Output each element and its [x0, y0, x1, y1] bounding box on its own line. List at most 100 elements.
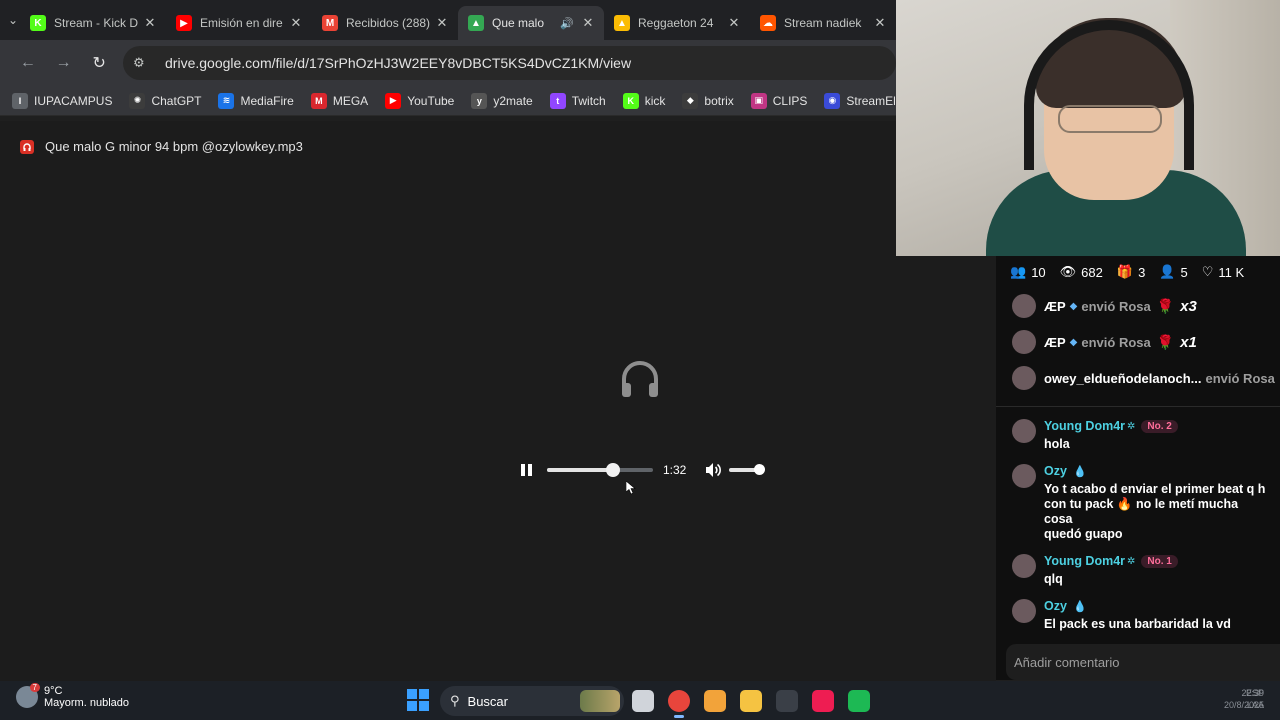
- diamond-icon: ◆: [1069, 336, 1078, 348]
- close-icon[interactable]: ✕: [288, 15, 304, 31]
- obs-icon[interactable]: [776, 690, 798, 712]
- gift-text: envió Rosa: [1205, 370, 1275, 386]
- site-info-icon[interactable]: ⚙: [133, 55, 155, 71]
- clock-date: 20/8/2025: [1223, 700, 1264, 710]
- avatar: [1012, 599, 1036, 623]
- gift-user: owey_eldueñodelanoch...: [1044, 370, 1202, 386]
- close-icon[interactable]: ✕: [142, 15, 158, 31]
- tab-0[interactable]: K Stream - Kick D ✕: [20, 6, 166, 40]
- tab-title: Emisión en dire: [200, 16, 283, 30]
- close-icon[interactable]: ✕: [726, 15, 742, 31]
- close-icon[interactable]: ✕: [580, 15, 596, 31]
- file-viewer-app-icon[interactable]: [632, 690, 654, 712]
- file-header: Que malo G minor 94 bpm @ozylowkey.mp3: [20, 139, 303, 154]
- bookmark-iupacampus[interactable]: I IUPACAMPUS: [12, 92, 112, 109]
- seek-progress: [547, 468, 613, 472]
- droplet-icon: 💧: [1072, 465, 1087, 478]
- tab-search-button[interactable]: ⌄: [6, 6, 20, 34]
- speaker-icon[interactable]: 🔊: [560, 17, 574, 30]
- chat-message: Ozy 💧 El pack es una barbaridad la vd: [996, 593, 1280, 638]
- gift-icon: 🎁: [1116, 264, 1134, 279]
- star-icon: ✲: [1127, 420, 1136, 432]
- bookmark-label: MEGA: [332, 93, 369, 108]
- file-explorer-icon[interactable]: [740, 690, 762, 712]
- stat-value: 682: [1081, 264, 1103, 280]
- y2mate-icon: y: [471, 92, 488, 109]
- bookmark-botrix[interactable]: ◆ botrix: [682, 92, 734, 109]
- stat-heart: ♡ 11 K: [1202, 264, 1244, 280]
- chatgpt-icon: ✺: [129, 92, 146, 109]
- volume-icon[interactable]: [703, 460, 723, 480]
- stat-gift: 🎁 3: [1117, 264, 1145, 280]
- tab-strip: K Stream - Kick D ✕ ▶ Emisión en dire ✕ M Recib…: [20, 0, 896, 40]
- tiktok-icon[interactable]: [812, 690, 834, 712]
- bookmark-mega[interactable]: M MEGA: [310, 92, 369, 109]
- comment-input[interactable]: Añadir comentario: [1006, 644, 1280, 680]
- close-icon[interactable]: ✕: [872, 15, 888, 31]
- eye-icon: 👁: [1059, 264, 1077, 279]
- bookmark-label: CLIPS: [772, 93, 808, 108]
- bookmark-kick[interactable]: Kkick: [622, 92, 665, 109]
- tab-3[interactable]: ▲ Que malo 🔊 ✕: [458, 6, 604, 40]
- chrome-icon[interactable]: [668, 690, 690, 718]
- tab-title: Reggaeton 24: [638, 16, 714, 30]
- stream-stats: 👥 10 👁 682 🎁 3 👤 5 ♡ 11 K: [996, 256, 1280, 288]
- pause-button[interactable]: [516, 460, 536, 480]
- bookmark-y2mate[interactable]: y y2mate: [471, 92, 533, 109]
- stat-value: 11 K: [1218, 264, 1245, 280]
- follow-icon: 👤: [1159, 264, 1176, 279]
- message-text: El pack es una barbaridad la vd: [1044, 617, 1231, 631]
- stat-value: 3: [1138, 264, 1146, 280]
- gift-row: ÆP ◆ envió Rosa 🌹 x3: [996, 288, 1280, 324]
- reload-button[interactable]: ↻: [81, 45, 117, 81]
- spotify-icon[interactable]: [848, 690, 870, 712]
- bookmark-clips[interactable]: ▣ CLIPS: [750, 92, 808, 109]
- avatar: [1012, 294, 1036, 318]
- soundcloud-icon: ☁: [760, 15, 776, 31]
- tab-1[interactable]: ▶ Emisión en dire ✕: [166, 6, 312, 40]
- stat-follow: 👤 5: [1159, 264, 1187, 280]
- drive-icon: ▲: [614, 15, 630, 31]
- headphones-icon: [622, 361, 658, 397]
- users-icon: 👥: [1010, 264, 1027, 279]
- stream-chat-overlay: 👥 10 👁 682 🎁 3 👤 5 ♡ 11 K ÆP ◆ envió Rosa 🌹 x3 ÆP ◆ envi…: [996, 256, 1280, 680]
- reload-icon: ↻: [92, 55, 106, 72]
- arrow-right-icon: →: [55, 54, 72, 71]
- fl-studio-icon[interactable]: [704, 690, 726, 712]
- playback-time: 1:32: [663, 463, 687, 477]
- audio-file-icon: [20, 139, 34, 154]
- cloud-icon: 7: [16, 683, 40, 708]
- tab-4[interactable]: ▲ Reggaeton 24 ✕: [604, 6, 750, 40]
- seek-handle[interactable]: [605, 463, 620, 477]
- bookmark-youtube[interactable]: ▶ YouTube: [385, 92, 454, 109]
- bookmark-streamelements[interactable]: ◉ StreamElements: [824, 92, 896, 109]
- forward-button[interactable]: →: [46, 45, 82, 81]
- seek-slider[interactable]: [547, 463, 653, 477]
- browser-toolbar: ← → ↻ ⚙ drive.google.com/file/d/17SrPhOz…: [0, 40, 896, 86]
- tab-2[interactable]: M Recibidos (288) ✕: [312, 6, 458, 40]
- tab-5[interactable]: ☁ Stream nadiek ✕: [750, 6, 896, 40]
- volume-handle[interactable]: [754, 464, 765, 475]
- bookmark-label: MediaFire: [240, 93, 294, 108]
- url-text: drive.google.com/file/d/17SrPhOzHJ3W2EEY…: [165, 55, 632, 71]
- gift-feed: ÆP ◆ envió Rosa 🌹 x3 ÆP ◆ envió Rosa 🌹 x1 owey_eld…: [996, 288, 1280, 396]
- bookmark-chatgpt[interactable]: ✺ ChatGPT: [129, 92, 201, 109]
- taskbar-search[interactable]: ⚲ Buscar: [440, 686, 624, 716]
- mouse-cursor-icon: [626, 481, 636, 495]
- volume-slider[interactable]: [729, 464, 765, 475]
- pause-icon: [520, 464, 525, 476]
- message-body: Young Dom4r ✲ No. 2 hola: [1044, 419, 1270, 452]
- system-clock[interactable]: 22:39 20/8/2025: [1224, 687, 1264, 711]
- tab-title: Stream - Kick D: [54, 16, 139, 30]
- windows-icon: [407, 689, 417, 699]
- back-button[interactable]: ←: [10, 45, 46, 81]
- bookmark-mediafire[interactable]: ≋ MediaFire: [218, 92, 294, 109]
- start-button[interactable]: [407, 689, 429, 711]
- address-bar[interactable]: ⚙ drive.google.com/file/d/17SrPhOzHJ3W2E…: [123, 46, 896, 80]
- close-icon[interactable]: ✕: [434, 15, 450, 31]
- stat-value: 10: [1031, 264, 1046, 280]
- bookmark-twitch[interactable]: t Twitch: [549, 92, 606, 109]
- windows-taskbar: 7 9°C Mayorm. nublado ⚲ Buscar ESP LAA 2…: [0, 681, 1280, 720]
- bookmark-label: StreamElements: [846, 93, 896, 108]
- weather-widget[interactable]: 7 9°C Mayorm. nublado: [16, 683, 129, 709]
